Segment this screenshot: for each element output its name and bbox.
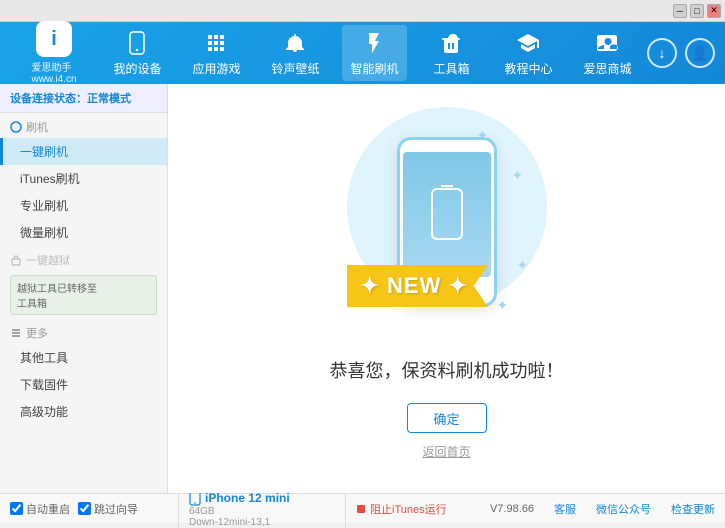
sidebar-item-micro-flash[interactable]: 微量刷机 xyxy=(0,219,167,246)
phone-icon xyxy=(123,29,151,57)
lock-icon xyxy=(10,254,22,266)
close-button[interactable]: ✕ xyxy=(707,4,721,18)
skip-wizard-input[interactable] xyxy=(78,502,91,515)
nav-item-apps-games[interactable]: 应用游戏 xyxy=(184,25,248,81)
version-label: V7.98.66 xyxy=(490,503,534,515)
user-button[interactable]: 👤 xyxy=(685,38,715,68)
auto-launch-checkbox[interactable]: 自动重启 xyxy=(10,501,70,517)
nav-right-buttons: ↓ 👤 xyxy=(647,38,715,68)
new-ribbon: ✦ NEW ✦ xyxy=(347,265,488,307)
sidebar-item-advanced[interactable]: 高级功能 xyxy=(0,398,167,425)
nav-items: 我的设备 应用游戏 铃声壁纸 智能刷机 工具箱 xyxy=(98,25,647,81)
nav-item-store[interactable]: 爱思商城 xyxy=(575,25,639,81)
stop-icon xyxy=(356,504,366,514)
bottom-left: 自动重启 跳过向导 xyxy=(10,501,178,517)
sidebar-item-other-tools[interactable]: 其他工具 xyxy=(0,344,167,371)
tutorial-icon xyxy=(514,29,542,57)
group-label-jailbreak: 一键越狱 xyxy=(0,246,167,271)
ringtone-icon xyxy=(281,29,309,57)
tool-icon xyxy=(437,29,465,57)
more-icon xyxy=(10,327,22,339)
device-firmware: Down-12mini-13,1 xyxy=(189,517,345,528)
store-icon xyxy=(593,29,621,57)
itunes-status: 阻止iTunes运行 xyxy=(356,501,447,517)
download-button[interactable]: ↓ xyxy=(647,38,677,68)
flash-icon xyxy=(360,29,388,57)
group-label-more: 更多 xyxy=(0,319,167,344)
minimize-button[interactable]: ─ xyxy=(673,4,687,18)
nav-item-tutorials[interactable]: 教程中心 xyxy=(496,25,560,81)
main-container: 设备连接状态：正常模式 刷机 一键刷机 iTunes刷机 专业刷机 微量刷机 一… xyxy=(0,84,725,493)
bottom-bar: 自动重启 跳过向导 iPhone 12 mini 64GB Down-12min… xyxy=(0,493,725,523)
bottom-right: V7.98.66 客服 微信公众号 检查更新 xyxy=(447,501,715,517)
sidebar-item-one-key-flash[interactable]: 一键刷机 xyxy=(0,138,167,165)
maximize-button[interactable]: □ xyxy=(690,4,704,18)
confirm-button[interactable]: 确定 xyxy=(407,403,487,433)
sidebar-item-itunes-flash[interactable]: iTunes刷机 xyxy=(0,165,167,192)
device-info: iPhone 12 mini 64GB Down-12mini-13,1 xyxy=(178,490,346,528)
star-3: ✦ xyxy=(517,257,529,274)
nav-item-toolbox[interactable]: 工具箱 xyxy=(421,25,481,81)
refresh-icon xyxy=(10,121,22,133)
group-label-flash: 刷机 xyxy=(0,113,167,138)
wechat-link[interactable]: 微信公众号 xyxy=(596,501,651,517)
device-storage: 64GB xyxy=(189,506,345,517)
jailbreak-info-box: 越狱工具已转移至工具箱 xyxy=(10,275,157,315)
cancel-link[interactable]: 返回首页 xyxy=(422,443,470,460)
logo-area: i 爱思助手 www.i4.cn xyxy=(10,21,98,85)
support-link[interactable]: 客服 xyxy=(554,501,576,517)
status-bar: 设备连接状态：正常模式 xyxy=(0,84,167,113)
star-4: ✦ xyxy=(497,297,509,314)
logo-icon: i xyxy=(36,21,72,57)
phone-illustration: ✦ ✦ ✦ ✦ ✦ NEW ✦ xyxy=(357,117,537,337)
phone-screen xyxy=(403,152,491,277)
sidebar-item-pro-flash[interactable]: 专业刷机 xyxy=(0,192,167,219)
nav-item-smart-flash[interactable]: 智能刷机 xyxy=(342,25,406,81)
nav-item-my-device[interactable]: 我的设备 xyxy=(105,25,169,81)
sidebar-item-download-fw[interactable]: 下载固件 xyxy=(0,371,167,398)
phone-screen-icon xyxy=(427,184,467,244)
star-2: ✦ xyxy=(512,167,524,184)
check-update-link[interactable]: 检查更新 xyxy=(671,501,715,517)
content-area: ✦ ✦ ✦ ✦ ✦ NEW ✦ 恭喜您，保资料刷机成功啦！ 确定 返回首页 xyxy=(168,84,725,493)
logo-text: 爱思助手 www.i4.cn xyxy=(31,59,76,85)
sidebar: 设备连接状态：正常模式 刷机 一键刷机 iTunes刷机 专业刷机 微量刷机 一… xyxy=(0,84,168,493)
nav-item-ringtones[interactable]: 铃声壁纸 xyxy=(263,25,327,81)
app-icon xyxy=(202,29,230,57)
success-message: 恭喜您，保资料刷机成功啦！ xyxy=(330,357,564,383)
auto-launch-input[interactable] xyxy=(10,502,23,515)
header: i 爱思助手 www.i4.cn 我的设备 应用游戏 铃声壁纸 xyxy=(0,22,725,84)
titlebar: ─ □ ✕ xyxy=(0,0,725,22)
skip-wizard-checkbox[interactable]: 跳过向导 xyxy=(78,501,138,517)
